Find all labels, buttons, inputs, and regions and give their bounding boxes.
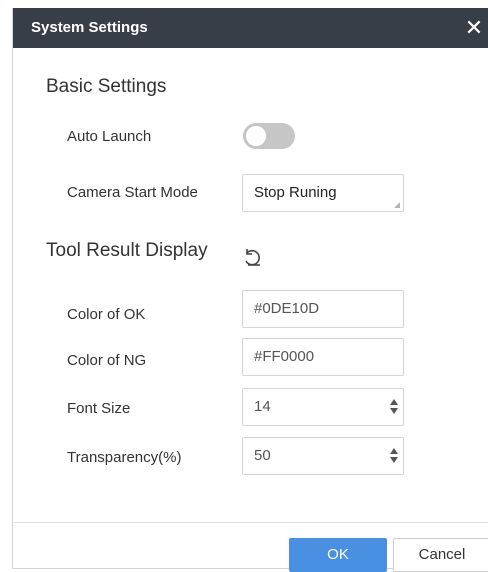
- ok-button[interactable]: OK: [289, 538, 387, 572]
- font-size-value: 14: [254, 398, 271, 415]
- close-icon[interactable]: ✕: [459, 8, 488, 48]
- color-ok-input[interactable]: #0DE10D: [242, 290, 404, 328]
- transparency-label: Transparency(%): [67, 449, 182, 466]
- camera-start-mode-label: Camera Start Mode: [67, 184, 198, 201]
- transparency-value: 50: [254, 447, 271, 464]
- font-size-stepper[interactable]: 14: [242, 388, 404, 426]
- color-ng-input[interactable]: #FF0000: [242, 338, 404, 376]
- color-ng-label: Color of NG: [67, 352, 147, 369]
- spinner-arrows-icon[interactable]: [389, 399, 399, 415]
- transparency-stepper[interactable]: 50: [242, 437, 404, 475]
- camera-start-mode-select[interactable]: Stop Runing: [242, 174, 404, 212]
- dialog-titlebar: System Settings ✕: [13, 8, 488, 48]
- reset-icon[interactable]: [241, 248, 263, 268]
- spin-down-icon[interactable]: [390, 457, 398, 463]
- color-ok-label: Color of OK: [67, 306, 146, 323]
- dialog-title: System Settings: [31, 19, 148, 36]
- cancel-button[interactable]: Cancel: [393, 538, 488, 572]
- spin-up-icon[interactable]: [390, 448, 398, 454]
- auto-launch-toggle[interactable]: [243, 123, 295, 149]
- font-size-label: Font Size: [67, 400, 131, 417]
- basic-settings-heading: Basic Settings: [46, 76, 167, 97]
- footer-divider: [13, 522, 488, 523]
- toggle-knob: [246, 126, 266, 146]
- spin-down-icon[interactable]: [390, 408, 398, 414]
- auto-launch-label: Auto Launch: [67, 128, 152, 145]
- resize-grip-icon: [394, 202, 400, 208]
- system-settings-dialog: System Settings ✕ Basic Settings Auto La…: [12, 8, 488, 572]
- tool-result-display-heading: Tool Result Display: [46, 240, 208, 261]
- spin-up-icon[interactable]: [390, 399, 398, 405]
- camera-start-mode-value: Stop Runing: [254, 184, 337, 201]
- spinner-arrows-icon[interactable]: [389, 448, 399, 464]
